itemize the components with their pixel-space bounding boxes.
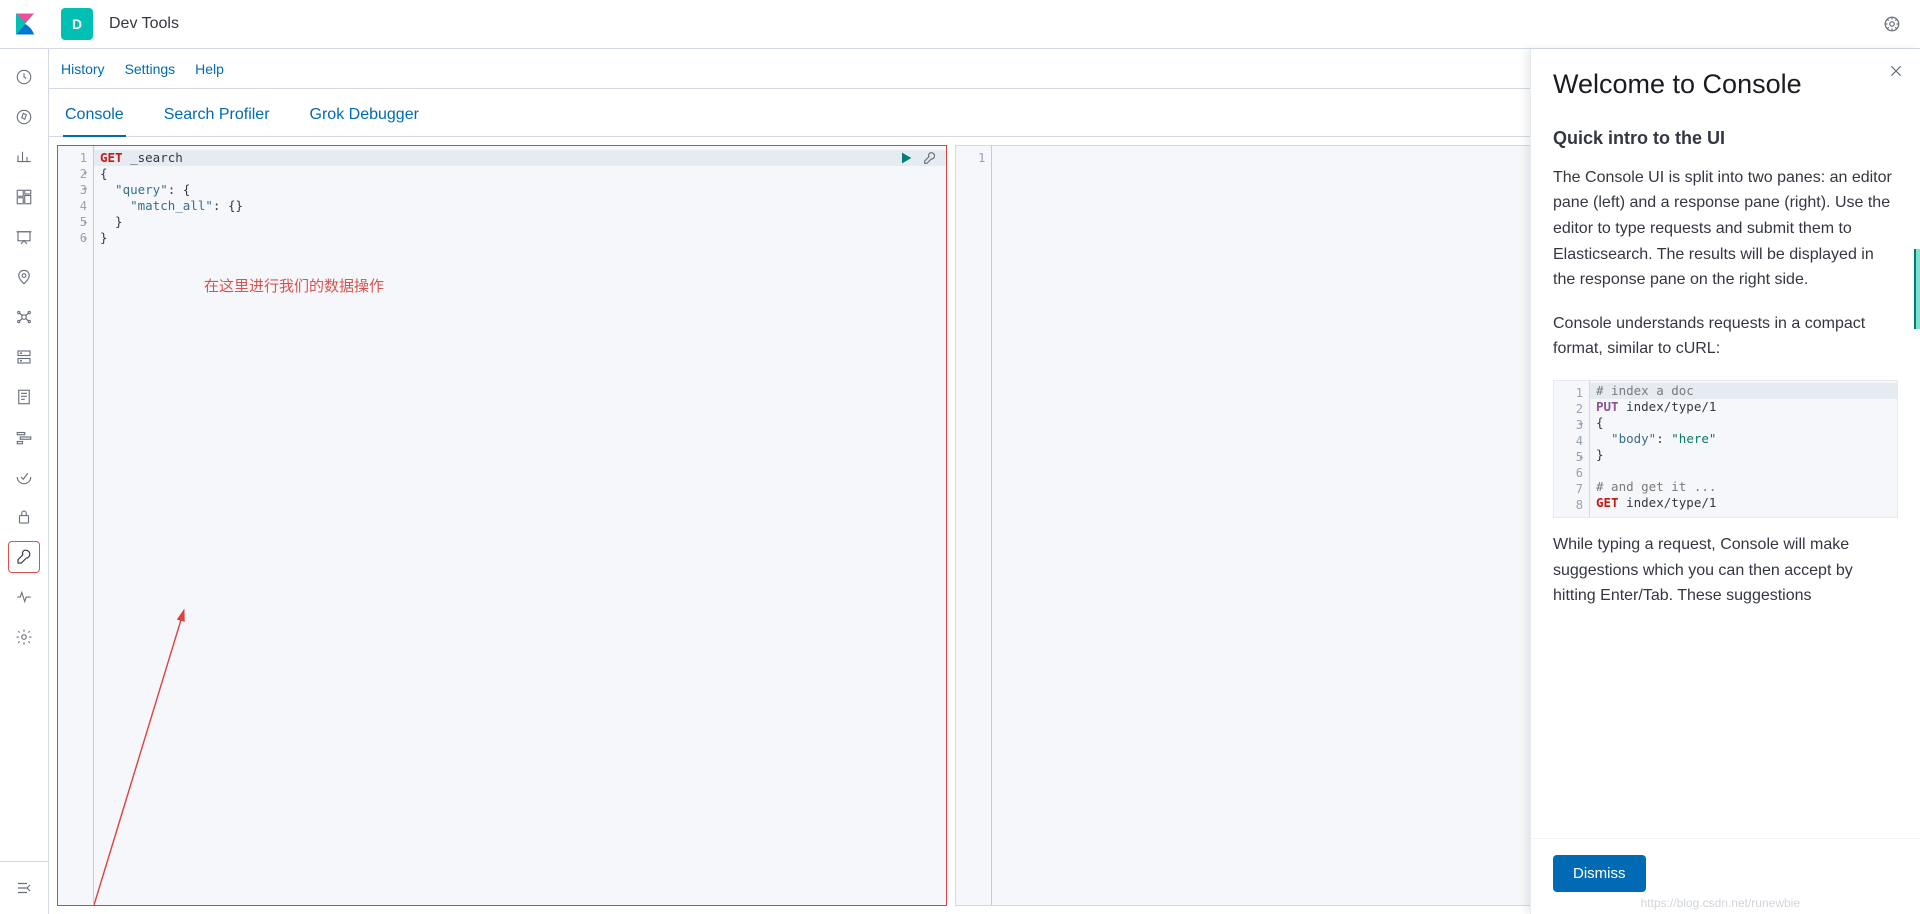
nav-dashboard-icon[interactable] bbox=[8, 181, 40, 213]
close-icon[interactable] bbox=[1888, 63, 1906, 81]
intro-code-sample: 1 2 3▾ 4 5▴ 6 7 8 # index a doc PUT inde… bbox=[1553, 380, 1898, 518]
nav-collapse-icon[interactable] bbox=[8, 872, 40, 904]
flyout-scrollbar[interactable] bbox=[1914, 249, 1920, 329]
nav-canvas-icon[interactable] bbox=[8, 221, 40, 253]
intro-paragraph-3: While typing a request, Console will mak… bbox=[1553, 532, 1898, 609]
intro-heading: Quick intro to the UI bbox=[1553, 124, 1898, 153]
nav-visualize-icon[interactable] bbox=[8, 141, 40, 173]
tab-grok-debugger[interactable]: Grok Debugger bbox=[308, 94, 421, 136]
editor-pane[interactable]: 1 2▾ 3▾ 4 5▴ 6▴ GET _search { "query": { bbox=[57, 145, 947, 906]
feedback-icon[interactable] bbox=[1880, 12, 1904, 36]
nav-maps-icon[interactable] bbox=[8, 261, 40, 293]
run-icon[interactable] bbox=[898, 150, 914, 170]
editor-gutter: 1 2▾ 3▾ 4 5▴ 6▴ bbox=[58, 146, 94, 905]
nav-apm-icon[interactable] bbox=[8, 421, 40, 453]
editor-actions bbox=[898, 150, 938, 170]
nav-discover-icon[interactable] bbox=[8, 101, 40, 133]
app-title: Dev Tools bbox=[109, 15, 179, 33]
welcome-flyout: Welcome to Console Quick intro to the UI… bbox=[1530, 49, 1920, 914]
nav-siem-icon[interactable] bbox=[8, 501, 40, 533]
link-history[interactable]: History bbox=[61, 61, 105, 77]
main-shell: History Settings Help Console Search Pro… bbox=[0, 49, 1920, 914]
editor-code[interactable]: GET _search { "query": { "match_all": {}… bbox=[94, 146, 946, 905]
app-chip: D bbox=[61, 8, 93, 40]
nav-monitoring-icon[interactable] bbox=[8, 581, 40, 613]
flyout-body[interactable]: Quick intro to the UI The Console UI is … bbox=[1531, 116, 1920, 838]
watermark: https://blog.csdn.net/runewbie bbox=[1641, 896, 1800, 910]
wrench-icon[interactable] bbox=[922, 150, 938, 170]
kibana-logo[interactable] bbox=[0, 0, 49, 49]
top-header: D Dev Tools bbox=[0, 0, 1920, 49]
dismiss-button[interactable]: Dismiss bbox=[1553, 855, 1646, 892]
nav-infra-icon[interactable] bbox=[8, 341, 40, 373]
intro-paragraph-2: Console understands requests in a compac… bbox=[1553, 311, 1898, 362]
nav-recent-icon[interactable] bbox=[8, 61, 40, 93]
tab-search-profiler[interactable]: Search Profiler bbox=[162, 94, 272, 136]
left-nav bbox=[0, 49, 49, 914]
link-help[interactable]: Help bbox=[195, 61, 224, 77]
tab-console[interactable]: Console bbox=[63, 94, 126, 136]
response-gutter: 1 bbox=[956, 146, 992, 905]
editor-annotation: 在这里进行我们的数据操作 bbox=[204, 278, 384, 294]
nav-devtools-icon[interactable] bbox=[8, 541, 40, 573]
link-settings[interactable]: Settings bbox=[125, 61, 176, 77]
annotation-arrow bbox=[94, 455, 264, 905]
nav-management-icon[interactable] bbox=[8, 621, 40, 653]
flyout-title: Welcome to Console bbox=[1553, 69, 1880, 100]
intro-paragraph-1: The Console UI is split into two panes: … bbox=[1553, 165, 1898, 293]
nav-uptime-icon[interactable] bbox=[8, 461, 40, 493]
nav-logs-icon[interactable] bbox=[8, 381, 40, 413]
nav-ml-icon[interactable] bbox=[8, 301, 40, 333]
